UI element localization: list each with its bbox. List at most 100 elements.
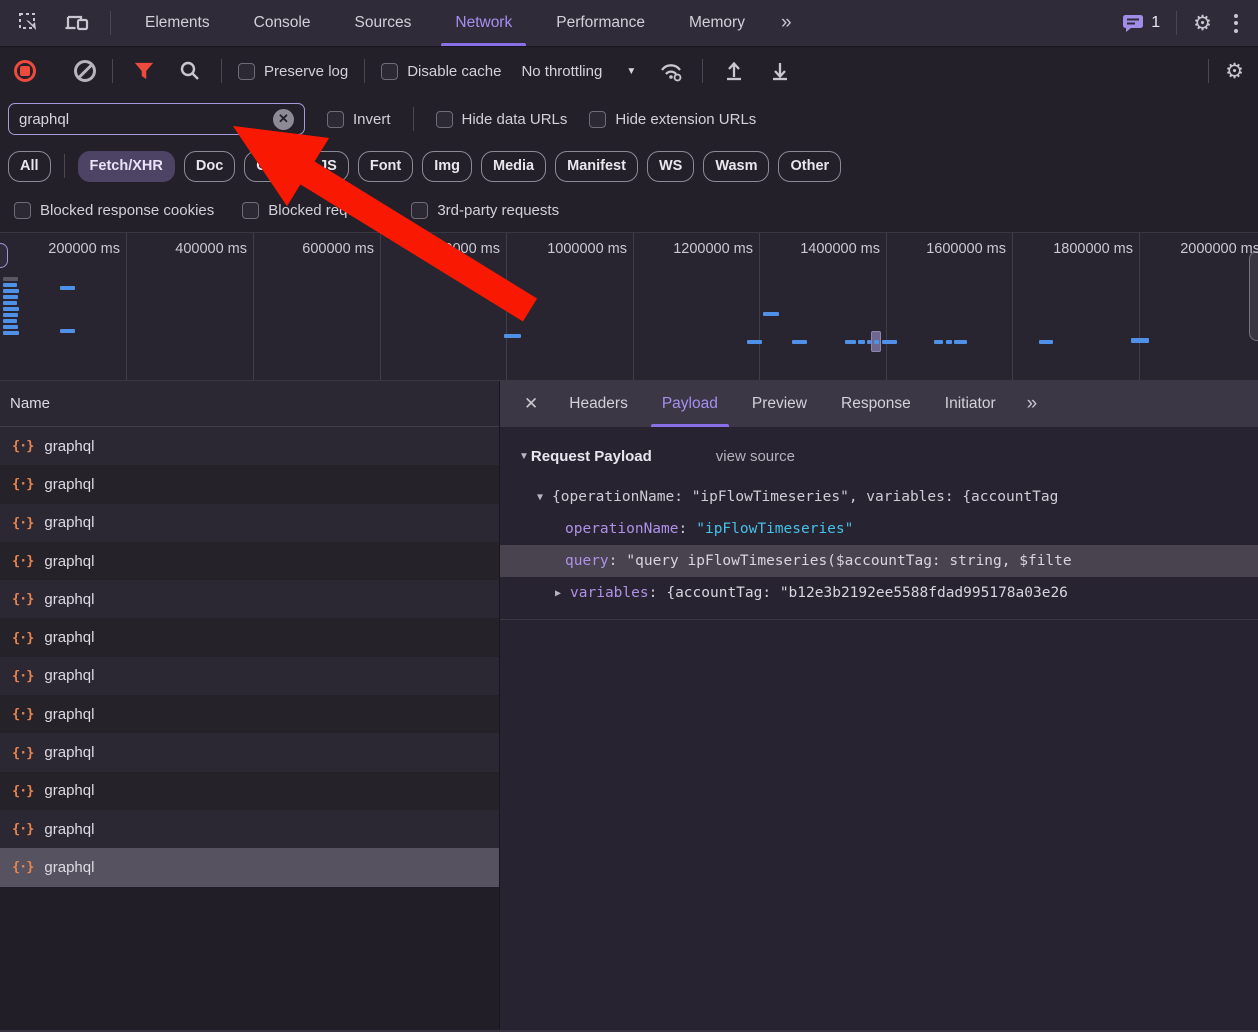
network-overview-bar bbox=[3, 283, 17, 287]
tab-elements[interactable]: Elements bbox=[123, 0, 232, 46]
payload-root-row[interactable]: ▼ {operationName: "ipFlowTimeseries", va… bbox=[500, 481, 1258, 513]
filter-chip-font[interactable]: Font bbox=[357, 150, 414, 182]
network-overview-bar bbox=[3, 301, 17, 305]
detail-tab-response[interactable]: Response bbox=[824, 381, 928, 427]
request-row[interactable]: {·} graphql bbox=[0, 656, 499, 696]
disable-cache-label: Disable cache bbox=[407, 62, 502, 80]
expand-triangle-icon[interactable]: ▶ bbox=[555, 588, 561, 599]
request-row[interactable]: {·} graphql bbox=[0, 695, 499, 734]
request-payload-title: Request Payload bbox=[530, 447, 652, 465]
request-row[interactable]: {·} graphql bbox=[0, 503, 499, 542]
request-row[interactable]: {·} graphql bbox=[0, 848, 499, 887]
request-row[interactable]: {·} graphql bbox=[0, 733, 499, 772]
timeline-tick-label: 400000 ms bbox=[175, 241, 247, 257]
tab-memory[interactable]: Memory bbox=[667, 0, 767, 46]
blocked-requests-checkbox[interactable]: Blocked requests bbox=[242, 202, 383, 219]
import-har-icon[interactable] bbox=[719, 56, 749, 86]
settings-gear-icon[interactable]: ⚙ bbox=[1193, 13, 1212, 34]
payload-operation-name-row[interactable]: operationName: "ipFlowTimeseries" bbox=[500, 513, 1258, 545]
collapse-triangle-icon[interactable]: ▼ bbox=[537, 492, 543, 503]
tab-performance[interactable]: Performance bbox=[534, 0, 667, 46]
filter-chip-css[interactable]: CSS bbox=[244, 150, 299, 182]
throttling-select[interactable]: No throttling ▼ bbox=[517, 63, 640, 80]
network-overview-timeline[interactable]: 200000 ms 400000 ms 600000 ms 800000 ms 1000… bbox=[0, 233, 1258, 381]
request-row[interactable]: {·} graphql bbox=[0, 809, 499, 849]
timeline-gridline bbox=[759, 233, 760, 380]
request-row[interactable]: {·} graphql bbox=[0, 541, 499, 581]
timeline-gridline bbox=[253, 233, 254, 380]
filter-chip-media[interactable]: Media bbox=[481, 150, 547, 182]
overview-left-handle[interactable] bbox=[0, 243, 8, 268]
collapse-triangle-icon[interactable]: ▼ bbox=[519, 451, 529, 462]
filter-chip-all[interactable]: All bbox=[8, 150, 51, 182]
detail-tab-initiator[interactable]: Initiator bbox=[928, 381, 1013, 427]
payload-variables-row[interactable]: ▶ variables: {accountTag: "b12e3b2192ee55… bbox=[500, 577, 1258, 609]
filter-chip-ws[interactable]: WS bbox=[646, 150, 695, 182]
json-icon: {·} bbox=[12, 514, 34, 531]
hide-extension-urls-checkbox[interactable]: Hide extension URLs bbox=[589, 110, 757, 128]
filter-funnel-icon[interactable] bbox=[129, 56, 159, 86]
tab-console[interactable]: Console bbox=[232, 0, 333, 46]
blocked-response-cookies-checkbox[interactable]: Blocked response cookies bbox=[14, 202, 214, 219]
network-overview-bar bbox=[504, 334, 521, 338]
network-conditions-icon[interactable] bbox=[656, 56, 686, 86]
hide-data-urls-label: Hide data URLs bbox=[461, 110, 568, 128]
filter-chip-fetch-xhr[interactable]: Fetch/XHR bbox=[77, 150, 175, 182]
request-row[interactable]: {·} graphql bbox=[0, 580, 499, 619]
device-toolbar-icon[interactable] bbox=[62, 8, 92, 38]
network-overview-bar bbox=[3, 331, 19, 335]
more-panels-icon[interactable]: » bbox=[767, 0, 804, 46]
network-settings-gear-icon[interactable]: ⚙ bbox=[1225, 61, 1244, 82]
invert-label: Invert bbox=[353, 110, 391, 128]
disable-cache-checkbox[interactable]: Disable cache bbox=[381, 62, 502, 80]
filter-chip-wasm[interactable]: Wasm bbox=[703, 150, 770, 182]
hide-extension-urls-label: Hide extension URLs bbox=[615, 110, 757, 128]
extra-filters-row: Blocked response cookies Blocked request… bbox=[0, 189, 1258, 233]
request-name-label: graphql bbox=[44, 590, 95, 608]
filter-chip-img[interactable]: Img bbox=[422, 150, 473, 182]
inspect-element-icon[interactable] bbox=[14, 8, 44, 38]
timeline-gridline bbox=[380, 233, 381, 380]
export-har-icon[interactable] bbox=[765, 56, 795, 86]
detail-tab-payload[interactable]: Payload bbox=[645, 381, 735, 427]
search-icon[interactable] bbox=[175, 56, 205, 86]
tab-sources[interactable]: Sources bbox=[333, 0, 434, 46]
kebab-menu-icon[interactable] bbox=[1228, 13, 1244, 33]
filter-input[interactable]: graphql ✕ bbox=[8, 103, 305, 135]
detail-tab-preview[interactable]: Preview bbox=[735, 381, 824, 427]
payload-key: variables bbox=[570, 585, 649, 601]
filter-chip-doc[interactable]: Doc bbox=[183, 150, 236, 182]
network-overview-bar bbox=[3, 307, 19, 311]
filter-chip-other[interactable]: Other bbox=[778, 150, 842, 182]
timeline-tick-label: 1400000 ms bbox=[800, 241, 880, 257]
request-name-label: graphql bbox=[44, 514, 95, 532]
detail-tab-headers[interactable]: Headers bbox=[552, 381, 645, 427]
more-detail-tabs-icon[interactable]: » bbox=[1013, 381, 1050, 427]
timeline-gridline bbox=[126, 233, 127, 380]
filter-chip-js[interactable]: JS bbox=[307, 150, 349, 182]
third-party-requests-checkbox[interactable]: 3rd-party requests bbox=[411, 202, 559, 219]
clear-filter-icon[interactable]: ✕ bbox=[273, 108, 294, 130]
clear-network-log-icon[interactable] bbox=[74, 60, 96, 82]
request-row[interactable]: {·} graphql bbox=[0, 771, 499, 810]
payload-query-value: "query ipFlowTimeseries($accountTag: str… bbox=[626, 553, 1072, 569]
invert-checkbox[interactable]: Invert bbox=[327, 110, 391, 128]
hide-data-urls-checkbox[interactable]: Hide data URLs bbox=[435, 110, 568, 128]
overview-right-handle[interactable] bbox=[1249, 251, 1258, 341]
issues-counter[interactable]: 1 bbox=[1122, 13, 1160, 33]
close-icon[interactable]: ✕ bbox=[510, 381, 552, 427]
request-row[interactable]: {·} graphql bbox=[0, 618, 499, 657]
request-name-label: graphql bbox=[44, 475, 95, 493]
request-row[interactable]: {·} graphql bbox=[0, 427, 499, 466]
network-overview-bar bbox=[747, 340, 762, 344]
name-column-header[interactable]: Name bbox=[0, 381, 499, 427]
request-name-label: graphql bbox=[44, 705, 95, 723]
filter-chip-manifest[interactable]: Manifest bbox=[555, 150, 638, 182]
record-button[interactable] bbox=[14, 60, 36, 82]
payload-query-row[interactable]: query: "query ipFlowTimeseries($accountTa… bbox=[500, 545, 1258, 577]
network-overview-bar bbox=[858, 340, 865, 344]
view-source-link[interactable]: view source bbox=[716, 448, 795, 465]
request-row[interactable]: {·} graphql bbox=[0, 465, 499, 504]
preserve-log-checkbox[interactable]: Preserve log bbox=[238, 62, 348, 80]
tab-network[interactable]: Network bbox=[433, 0, 534, 46]
